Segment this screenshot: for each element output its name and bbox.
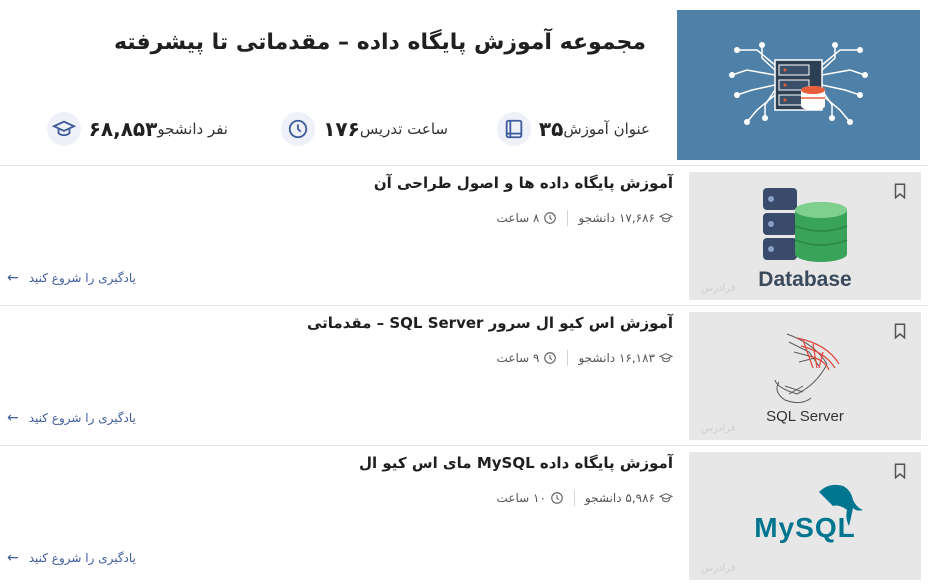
clock-icon xyxy=(544,212,557,224)
course-students: ۱۶,۱۸۳ دانشجو xyxy=(578,351,673,365)
stat-courses-value: ۳۵ xyxy=(538,117,564,141)
course-hours: ۱۰ ساعت xyxy=(497,491,564,505)
meta-divider xyxy=(567,350,569,366)
stat-courses: ۳۵ عنوان آموزش xyxy=(489,112,650,146)
thumbnail-watermark: فرادرس xyxy=(701,283,736,294)
collection-hero-image xyxy=(677,10,920,160)
graduation-cap-icon xyxy=(659,213,673,223)
clock-icon xyxy=(551,492,563,504)
course-students-text: ۱۷,۶۸۶ دانشجو xyxy=(578,211,655,225)
stat-students-label: نفر دانشجو xyxy=(157,120,228,138)
start-learning-link[interactable]: ← یادگیری را شروع کنید xyxy=(7,410,136,426)
collection-title: مجموعه آموزش پایگاه داده – مقدماتی تا پی… xyxy=(113,30,646,55)
start-learning-label: یادگیری را شروع کنید xyxy=(28,551,136,565)
start-learning-link[interactable]: ← یادگیری را شروع کنید xyxy=(7,270,136,286)
clock-icon xyxy=(281,112,316,146)
stat-students: ۶۸,۸۵۳ نفر دانشجو xyxy=(39,112,228,146)
thumbnail-label: MySQL xyxy=(689,512,921,544)
start-learning-label: یادگیری را شروع کنید xyxy=(28,411,136,425)
stat-courses-label: عنوان آموزش xyxy=(563,120,650,138)
bookmark-icon[interactable] xyxy=(891,182,909,200)
course-title[interactable]: آموزش اس کیو ال سرور SQL Server – مقدمات… xyxy=(307,314,673,332)
start-learning-label: یادگیری را شروع کنید xyxy=(28,271,136,285)
arrow-left-icon: ← xyxy=(7,410,19,426)
graduation-cap-icon xyxy=(46,112,81,146)
course-title[interactable]: آموزش پایگاه داده ها و اصول طراحی آن xyxy=(374,174,673,192)
thumbnail-watermark: فرادرس xyxy=(701,423,736,434)
graduation-cap-icon xyxy=(659,353,673,363)
course-students-text: ۵,۹۸۶ دانشجو xyxy=(584,491,655,505)
course-hours: ۹ ساعت xyxy=(497,351,558,365)
arrow-left-icon: ← xyxy=(7,270,19,286)
course-hours-text: ۱۰ ساعت xyxy=(496,491,546,505)
course-title[interactable]: آموزش پایگاه داده MySQL مای اس کیو ال xyxy=(359,454,673,472)
mysql-logo-text: MySQL xyxy=(754,512,856,543)
thumbnail-watermark: فرادرس xyxy=(701,563,736,574)
course-card[interactable]: SQL Server فرادرس آموزش اس کیو ال سرور S… xyxy=(0,306,928,446)
stat-students-value: ۶۸,۸۵۳ xyxy=(88,117,158,141)
collection-header: مجموعه آموزش پایگاه داده – مقدماتی تا پی… xyxy=(0,0,928,166)
stat-hours: ۱۷۶ ساعت تدریس xyxy=(273,112,448,146)
start-learning-link[interactable]: ← یادگیری را شروع کنید xyxy=(7,550,136,566)
bookmark-icon[interactable] xyxy=(891,322,909,340)
course-card[interactable]: MySQL فرادرس آموزش پایگاه داده MySQL مای… xyxy=(0,446,928,584)
course-hours: ۸ ساعت xyxy=(497,211,558,225)
stat-hours-value: ۱۷۶ xyxy=(323,117,360,141)
course-hours-text: ۹ ساعت xyxy=(496,351,540,365)
course-meta: ۵,۹۸۶ دانشجو ۱۰ ساعت xyxy=(497,490,673,506)
arrow-left-icon: ← xyxy=(7,550,19,566)
course-students-text: ۱۶,۱۸۳ دانشجو xyxy=(578,351,655,365)
meta-divider xyxy=(567,210,569,226)
course-meta: ۱۷,۶۸۶ دانشجو ۸ ساعت xyxy=(497,210,673,226)
bookmark-icon[interactable] xyxy=(891,462,909,480)
course-meta: ۱۶,۱۸۳ دانشجو ۹ ساعت xyxy=(497,350,673,366)
course-thumbnail[interactable]: MySQL فرادرس xyxy=(689,452,921,580)
course-thumbnail[interactable]: Database فرادرس xyxy=(689,172,921,300)
course-thumbnail[interactable]: SQL Server فرادرس xyxy=(689,312,921,440)
course-students: ۱۷,۶۸۶ دانشجو xyxy=(578,211,673,225)
course-hours-text: ۸ ساعت xyxy=(496,211,540,225)
graduation-cap-icon xyxy=(659,493,673,503)
stat-hours-label: ساعت تدریس xyxy=(359,120,448,138)
clock-icon xyxy=(544,352,557,364)
meta-divider xyxy=(573,490,575,506)
book-icon xyxy=(496,112,531,146)
course-card[interactable]: Database فرادرس آموزش پایگاه داده ها و ا… xyxy=(0,166,928,306)
course-students: ۵,۹۸۶ دانشجو xyxy=(585,491,673,505)
